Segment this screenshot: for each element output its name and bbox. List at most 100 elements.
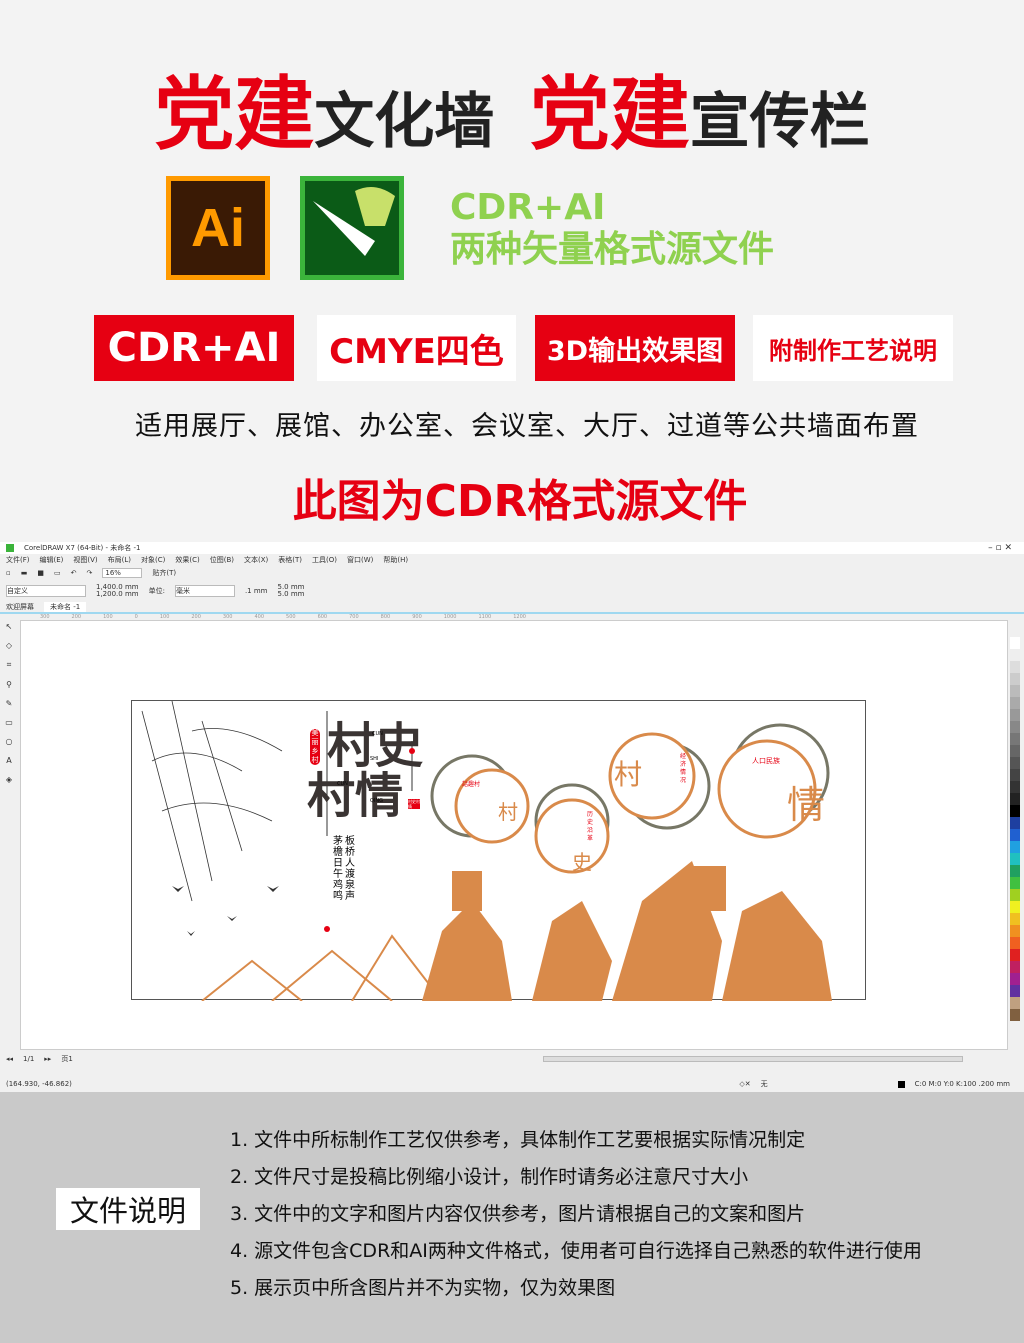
snap-menu[interactable]: 贴齐(T) xyxy=(152,568,176,578)
menu-view[interactable]: 视图(V) xyxy=(73,555,97,565)
note-item: 2. 文件尺寸是投稿比例缩小设计，制作时请务必注意尺寸大小 xyxy=(230,1166,749,1188)
menu-bitmaps[interactable]: 位图(B) xyxy=(210,555,234,565)
menu-effects[interactable]: 效果(C) xyxy=(175,555,199,565)
undo-icon[interactable]: ↶ xyxy=(71,569,77,577)
palette-swatch[interactable] xyxy=(1010,877,1020,889)
palette-swatch[interactable] xyxy=(1010,1009,1020,1021)
page-counter: 1/1 xyxy=(23,1055,35,1063)
print-icon[interactable]: ▭ xyxy=(54,569,61,577)
palette-swatch[interactable] xyxy=(1010,673,1020,685)
palette-swatch[interactable] xyxy=(1010,985,1020,997)
circle-tag-1: 話趣村 xyxy=(462,781,481,788)
menu-text[interactable]: 文本(X) xyxy=(244,555,268,565)
palette-swatch[interactable] xyxy=(1010,997,1020,1009)
menu-table[interactable]: 表格(T) xyxy=(278,555,302,565)
palette-swatch[interactable] xyxy=(1010,637,1020,649)
units-select[interactable]: 毫米 xyxy=(174,585,235,597)
notes-label: 文件说明 xyxy=(56,1188,200,1230)
new-icon[interactable]: ▫ xyxy=(6,569,11,577)
palette-swatch[interactable] xyxy=(1010,817,1020,829)
app-icon xyxy=(6,544,14,552)
fill-none-icon: ◇✕ xyxy=(739,1080,751,1088)
toolbox: ↖ ◇ ⌗ ⚲ ✎ ▭ ○ A ◈ xyxy=(2,622,16,1002)
palette-swatch[interactable] xyxy=(1010,733,1020,745)
page-title: 党建文化墙 党建宣传栏 xyxy=(0,50,1024,166)
window-title: CorelDRAW X7 (64-Bit) - 未命名 -1 xyxy=(24,544,141,552)
outline-status: C:0 M:0 Y:0 K:100 .200 mm xyxy=(914,1080,1010,1088)
poem-col-2: 茅檐日午鸡鸣 xyxy=(333,836,343,902)
palette-swatch[interactable] xyxy=(1010,853,1020,865)
page-first-icon[interactable]: ◂◂ xyxy=(6,1055,13,1063)
palette-swatch[interactable] xyxy=(1010,661,1020,673)
palette-swatch[interactable] xyxy=(1010,757,1020,769)
ellipse-tool-icon[interactable]: ○ xyxy=(6,737,13,746)
title-char-qing: 情 xyxy=(355,768,404,824)
palette-swatch[interactable] xyxy=(1010,721,1020,733)
palette-swatch[interactable] xyxy=(1010,829,1020,841)
badge-cdr-ai: CDR+AI xyxy=(94,315,294,381)
palette-swatch[interactable] xyxy=(1010,745,1020,757)
freehand-tool-icon[interactable]: ✎ xyxy=(6,699,13,708)
palette-swatch[interactable] xyxy=(1010,649,1020,661)
menu-help[interactable]: 帮助(H) xyxy=(383,555,408,565)
title-char-cun2: 村 xyxy=(307,768,356,824)
save-icon[interactable]: ■ xyxy=(37,569,44,577)
palette-swatch[interactable] xyxy=(1010,769,1020,781)
palette-swatch[interactable] xyxy=(1010,949,1020,961)
menu-file[interactable]: 文件(F) xyxy=(6,555,30,565)
units-label: 单位: xyxy=(148,587,165,595)
page-preset-select[interactable]: 自定义 xyxy=(6,585,86,597)
palette-swatch[interactable] xyxy=(1010,709,1020,721)
pick-tool-icon[interactable]: ↖ xyxy=(6,622,13,631)
palette-swatch[interactable] xyxy=(1010,937,1020,949)
tab-welcome[interactable]: 欢迎屏幕 xyxy=(6,602,34,612)
palette-swatch[interactable] xyxy=(1010,697,1020,709)
open-icon[interactable]: ▬ xyxy=(21,569,28,577)
rectangle-tool-icon[interactable]: ▭ xyxy=(5,718,13,727)
horizontal-scrollbar[interactable] xyxy=(542,1056,963,1062)
palette-swatch[interactable] xyxy=(1010,973,1020,985)
fill-status: 无 xyxy=(760,1080,768,1088)
duplicate-y-field[interactable]: 5.0 mm xyxy=(278,591,305,598)
text-tool-icon[interactable]: A xyxy=(6,756,11,765)
palette-swatch[interactable] xyxy=(1010,913,1020,925)
zoom-tool-icon[interactable]: ⚲ xyxy=(6,680,12,689)
palette-swatch[interactable] xyxy=(1010,841,1020,853)
page-last-icon[interactable]: ▸▸ xyxy=(44,1055,51,1063)
pinyin-shi: SHI xyxy=(370,756,379,762)
note-item: 5. 展示页中所含图片并不为实物，仅为效果图 xyxy=(230,1277,616,1299)
menu-object[interactable]: 对象(C) xyxy=(141,555,165,565)
nudge-field[interactable]: .1 mm xyxy=(245,587,268,595)
tab-untitled[interactable]: 未命名 -1 xyxy=(44,602,87,612)
circle-frames xyxy=(430,723,830,874)
status-bar: (164.930, -46.862) ◇✕ 无 C:0 M:0 Y:0 K:100… xyxy=(0,1078,1024,1090)
badge-craft: 附制作工艺说明 xyxy=(753,315,953,381)
zoom-select[interactable]: 16% xyxy=(102,568,143,578)
menu-tools[interactable]: 工具(O) xyxy=(312,555,337,565)
fill-tool-icon[interactable]: ◈ xyxy=(6,775,12,784)
crop-tool-icon[interactable]: ⌗ xyxy=(7,660,12,670)
palette-swatch[interactable] xyxy=(1010,685,1020,697)
palette-swatch[interactable] xyxy=(1010,793,1020,805)
palette-swatch[interactable] xyxy=(1010,805,1020,817)
shape-tool-icon[interactable]: ◇ xyxy=(6,641,12,650)
pinyin-cun2: CUN xyxy=(337,781,348,787)
page-tab[interactable]: 页1 xyxy=(61,1054,72,1064)
note-item: 3. 文件中的文字和图片内容仅供参考，图片请根据自己的文案和图片 xyxy=(230,1203,806,1225)
redo-icon[interactable]: ↷ xyxy=(87,569,93,577)
pinyin-qing: QING xyxy=(370,798,384,804)
palette-swatch[interactable] xyxy=(1010,901,1020,913)
artwork-page[interactable]: 村史 村情 CUN SHI CUN QING 美丽乡村 村史村情 板桥人渡泉声 … xyxy=(131,700,866,1001)
palette-swatch[interactable] xyxy=(1010,961,1020,973)
palette-swatch[interactable] xyxy=(1010,889,1020,901)
menu-window[interactable]: 窗口(W) xyxy=(347,555,373,565)
palette-swatch[interactable] xyxy=(1010,925,1020,937)
menu-bar: 文件(F) 编辑(E) 视图(V) 布局(L) 对象(C) 效果(C) 位图(B) 文本(X)… xyxy=(0,554,1024,565)
menu-layout[interactable]: 布局(L) xyxy=(108,555,131,565)
menu-edit[interactable]: 编辑(E) xyxy=(40,555,64,565)
palette-swatch[interactable] xyxy=(1010,781,1020,793)
page-height-field[interactable]: 1,200.0 mm xyxy=(96,591,139,598)
window-controls[interactable]: – ▫ ✕ xyxy=(988,543,1012,553)
note-item: 4. 源文件包含CDR和AI两种文件格式，使用者可自行选择自己熟悉的软件进行使用 xyxy=(230,1240,922,1262)
palette-swatch[interactable] xyxy=(1010,865,1020,877)
